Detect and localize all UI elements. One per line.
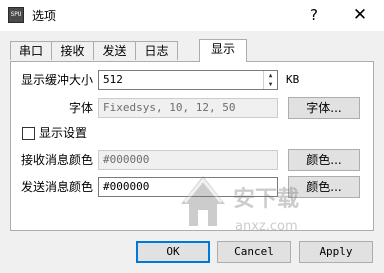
title-bar: SPU 选项 ? ✕	[0, 0, 384, 31]
tab-receive[interactable]: 接收	[51, 41, 94, 60]
send-color-label: 发送消息颜色	[21, 180, 94, 194]
watermark-subtext: anxz.com	[235, 219, 298, 234]
tab-serial-port[interactable]: 串口	[10, 41, 52, 60]
tab-display[interactable]: 显示	[199, 39, 247, 62]
buffer-size-label: 显示缓冲大小	[21, 73, 94, 87]
help-button[interactable]: ?	[303, 5, 325, 25]
spin-up-icon[interactable]: ▲	[264, 71, 277, 80]
tab-log[interactable]: 日志	[135, 41, 178, 60]
apply-button[interactable]: Apply	[299, 241, 373, 263]
spin-down-icon[interactable]: ▼	[264, 80, 277, 89]
close-button[interactable]: ✕	[349, 5, 371, 25]
cancel-button[interactable]: Cancel	[217, 241, 291, 263]
send-color-button[interactable]: 颜色...	[288, 176, 360, 198]
tab-send[interactable]: 发送	[93, 41, 136, 60]
buffer-size-value: 512	[103, 73, 123, 86]
font-button[interactable]: 字体...	[288, 97, 360, 119]
display-panel: 显示缓冲大小 512 ▲ ▼ KB 字体 Fixedsys, 10, 12, 5…	[10, 61, 374, 234]
buffer-unit-label: KB	[286, 73, 300, 86]
receive-color-label: 接收消息颜色	[21, 153, 94, 167]
display-settings-checkbox[interactable]	[22, 127, 35, 140]
font-field: Fixedsys, 10, 12, 50	[98, 98, 278, 118]
window-title: 选项	[32, 9, 57, 23]
display-settings-label: 显示设置	[39, 126, 88, 140]
send-color-field[interactable]: #000000	[98, 177, 278, 197]
buffer-size-spinner[interactable]: ▲ ▼	[263, 71, 277, 89]
font-label: 字体	[69, 101, 94, 115]
receive-color-field: #000000	[98, 150, 278, 170]
receive-color-button[interactable]: 颜色...	[288, 149, 360, 171]
buffer-size-input[interactable]: 512 ▲ ▼	[98, 70, 278, 90]
app-icon: SPU	[8, 7, 24, 23]
ok-button[interactable]: OK	[136, 241, 210, 263]
